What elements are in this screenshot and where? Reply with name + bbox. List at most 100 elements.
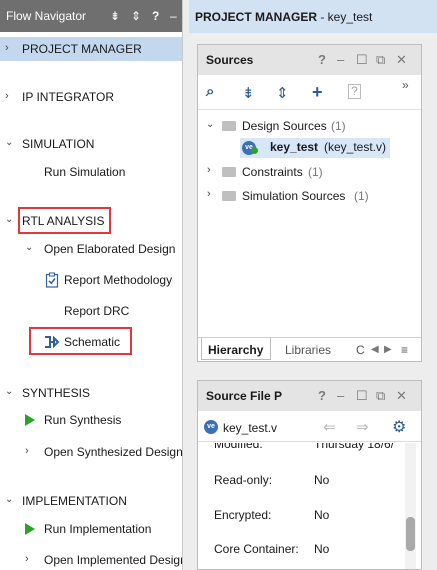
highlight-box-schematic [29,327,132,355]
source-file-panel-title: Source File P [206,389,283,403]
float-icon[interactable]: ⧉ [376,388,385,404]
nav-open-implemented-design-label: Open Implemented Design [44,553,183,567]
nav-open-implemented-design[interactable]: › Open Implemented Design [0,548,183,570]
nav-open-synthesized-design-label: Open Synthesized Design [44,445,183,459]
tree-key-test-module[interactable]: ve key_test (key_test.v) [240,138,390,158]
project-manager-title: PROJECT MANAGER - key_test [195,10,372,24]
constraints-label: Constraints [242,165,303,179]
settings-gear-icon[interactable]: ⚙ [392,417,406,437]
toolbar-overflow-icon[interactable]: » [402,78,409,92]
help-icon[interactable]: ? [152,9,159,23]
key-test-module-name: key_test [270,140,319,154]
expand-all-icon[interactable]: ⇕ [131,9,141,23]
close-icon[interactable]: ✕ [396,388,407,404]
tab-libraries[interactable]: Libraries [285,343,331,357]
properties-scrollbar-thumb[interactable] [406,517,415,551]
nav-open-elaborated-design[interactable]: ⌄ Open Elaborated Design [0,237,182,261]
highlight-box-rtl-analysis [18,207,111,234]
verilog-file-icon: ve [204,420,218,434]
search-icon[interactable]: ⌕ [206,83,214,100]
simulation-sources-label: Simulation Sources [242,189,346,203]
flow-navigator: Flow Navigator ⇟ ⇕ ? – › PROJECT MANAGER… [0,0,183,570]
folder-icon [222,191,236,201]
nav-implementation[interactable]: ⌄ IMPLEMENTATION [0,489,182,513]
collapse-all-icon[interactable]: ⇟ [242,84,255,102]
design-sources-label: Design Sources [242,119,327,133]
run-icon [25,523,35,535]
help-icon[interactable]: ? [318,52,326,67]
sources-panel-title-bar: Sources ? – ☐ ⧉ ✕ [198,45,421,75]
nav-report-methodology-label: Report Methodology [64,273,173,287]
nav-run-synthesis[interactable]: Run Synthesis [0,408,182,432]
sources-panel: Sources ? – ☐ ⧉ ✕ ⌕ ⇟ ⇕ + ? » ⌄ Design S… [197,44,422,362]
chevron-right-icon[interactable]: › [207,164,211,176]
main-area: PROJECT MANAGER - key_test Sources ? – ☐… [183,0,437,570]
chevron-right-icon[interactable]: › [207,188,211,200]
nav-project-manager[interactable]: › PROJECT MANAGER [0,37,182,61]
tab-hierarchy[interactable]: Hierarchy [201,338,271,360]
project-manager-header: PROJECT MANAGER - key_test [189,0,437,33]
close-icon[interactable]: ✕ [396,52,407,68]
flow-navigator-header: Flow Navigator ⇟ ⇕ ? – [0,0,182,32]
maximize-icon[interactable]: ☐ [356,52,368,68]
nav-open-elaborated-design-label: Open Elaborated Design [44,242,176,256]
chevron-down-icon[interactable]: ⌄ [25,242,33,253]
minimize-icon[interactable]: – [170,9,177,23]
design-sources-count: (1) [331,119,346,133]
nav-synthesis-label: SYNTHESIS [22,386,91,400]
folder-icon [222,167,236,177]
chevron-down-icon[interactable]: ⌄ [5,494,13,505]
properties-icon[interactable]: ? [348,84,361,99]
tab-compile-order[interactable]: C [356,343,365,357]
constraints-count: (1) [308,165,323,179]
folder-icon [222,121,236,131]
expand-all-icon[interactable]: ⇕ [276,84,289,102]
chevron-down-icon[interactable]: ⌄ [5,137,13,148]
run-icon [25,414,35,426]
project-manager-title-bold: PROJECT MANAGER [195,10,318,24]
top-module-badge-icon [251,147,258,154]
project-name: - key_test [317,10,373,24]
nav-run-synthesis-label: Run Synthesis [44,413,122,427]
source-file-header: ve key_test.v ⇐ ⇒ ⚙ [198,412,421,442]
nav-report-methodology[interactable]: Report Methodology [0,268,182,292]
property-core-container-label: Core Container: [214,542,299,556]
property-modified-label: Modified: [214,443,263,451]
nav-run-simulation-label: Run Simulation [44,165,126,179]
tab-scroll-right-icon[interactable]: ▶ [384,344,392,355]
source-file-name: key_test.v [223,421,278,435]
back-arrow-icon[interactable]: ⇐ [323,418,336,436]
property-core-container-value: No [314,542,330,556]
nav-run-simulation[interactable]: Run Simulation [0,160,182,184]
tab-scroll-left-icon[interactable]: ◀ [371,344,379,355]
property-read-only-value: No [314,473,330,487]
chevron-right-icon[interactable]: › [5,90,9,102]
nav-report-drc[interactable]: Report DRC [0,299,182,323]
minimize-icon[interactable]: – [337,52,344,67]
add-sources-icon[interactable]: + [312,82,323,103]
chevron-down-icon[interactable]: ⌄ [5,386,13,397]
help-icon[interactable]: ? [318,388,326,403]
float-icon[interactable]: ⧉ [376,52,385,68]
forward-arrow-icon[interactable]: ⇒ [356,418,369,436]
flow-navigator-title: Flow Navigator [6,9,87,23]
property-modified-value: Thursday 18/6/ [314,443,395,451]
nav-synthesis[interactable]: ⌄ SYNTHESIS [0,381,182,405]
chevron-right-icon[interactable]: › [25,445,29,457]
tab-menu-icon[interactable]: ≡ [401,343,408,357]
nav-simulation[interactable]: ⌄ SIMULATION [0,132,182,156]
nav-open-synthesized-design[interactable]: › Open Synthesized Design [0,440,183,464]
property-encrypted-value: No [314,508,330,522]
clipboard-check-icon [45,272,59,288]
nav-ip-integrator[interactable]: › IP INTEGRATOR [0,85,182,109]
maximize-icon[interactable]: ☐ [356,388,368,404]
chevron-right-icon[interactable]: › [5,42,9,54]
chevron-down-icon[interactable]: ⌄ [5,214,13,225]
property-encrypted-label: Encrypted: [214,508,272,522]
sources-tab-strip: Hierarchy Libraries C ◀ ▶ ≡ [198,337,421,361]
chevron-right-icon[interactable]: › [25,553,29,565]
collapse-all-icon[interactable]: ⇟ [110,9,120,23]
nav-run-implementation[interactable]: Run Implementation [0,517,182,541]
minimize-icon[interactable]: – [337,388,344,403]
chevron-down-icon[interactable]: ⌄ [206,119,214,130]
